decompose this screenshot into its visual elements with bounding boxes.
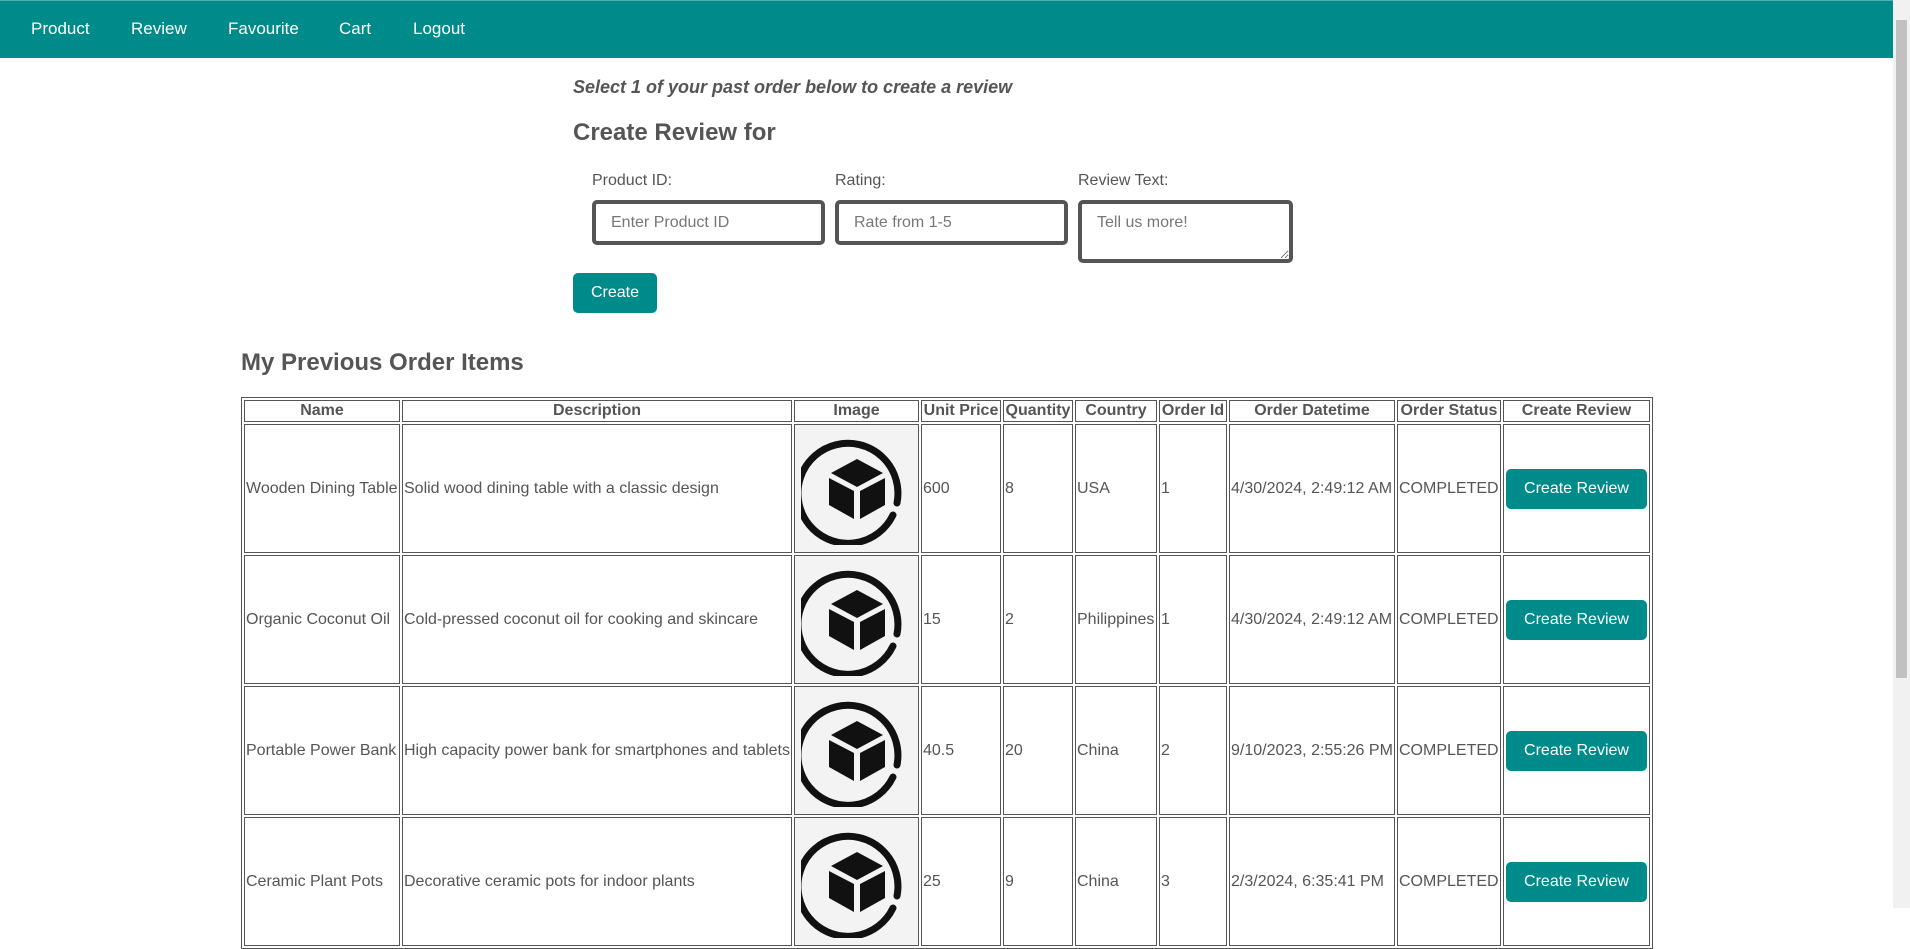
rating-input[interactable]	[835, 200, 1068, 245]
cell-unit-price: 600	[921, 424, 1001, 553]
product-id-label: Product ID:	[592, 172, 673, 189]
create-review-title: Create Review for	[573, 119, 776, 146]
cell-description: Decorative ceramic pots for indoor plant…	[402, 817, 792, 946]
cell-description: Solid wood dining table with a classic d…	[402, 424, 792, 553]
cell-order-status: COMPLETED	[1397, 817, 1501, 946]
cell-order-status: COMPLETED	[1397, 686, 1501, 815]
previous-orders-title: My Previous Order Items	[241, 349, 524, 376]
cell-country: China	[1075, 686, 1157, 815]
cell-country: USA	[1075, 424, 1157, 553]
cell-order-datetime: 4/30/2024, 2:49:12 AM	[1229, 424, 1395, 553]
table-row: Ceramic Plant Pots Decorative ceramic po…	[244, 817, 1650, 946]
column-header-image: Image	[794, 400, 919, 422]
nav-item-favourite[interactable]: Favourite	[228, 1, 299, 59]
rating-label: Rating:	[835, 172, 886, 189]
cell-action: Create Review	[1503, 555, 1650, 684]
cell-order-datetime: 9/10/2023, 2:55:26 PM	[1229, 686, 1395, 815]
product-box-icon	[800, 701, 901, 807]
cell-order-id: 1	[1159, 424, 1227, 553]
cell-image	[794, 686, 919, 815]
page-scrollbar[interactable]	[1893, 0, 1910, 908]
table-row: Wooden Dining Table Solid wood dining ta…	[244, 424, 1650, 553]
column-header-name: Name	[244, 400, 400, 422]
nav-item-cart[interactable]: Cart	[339, 1, 371, 59]
top-navbar: Product Review Favourite Cart Logout	[0, 0, 1893, 58]
nav-item-review[interactable]: Review	[131, 1, 187, 59]
product-id-input[interactable]	[592, 200, 825, 245]
cell-order-id: 2	[1159, 686, 1227, 815]
column-header-unit-price: Unit Price	[921, 400, 1001, 422]
nav-item-logout[interactable]: Logout	[413, 1, 465, 59]
column-header-description: Description	[402, 400, 792, 422]
column-header-quantity: Quantity	[1003, 400, 1073, 422]
create-button[interactable]: Create	[573, 273, 657, 313]
cell-unit-price: 25	[921, 817, 1001, 946]
cell-order-datetime: 2/3/2024, 6:35:41 PM	[1229, 817, 1395, 946]
cell-action: Create Review	[1503, 817, 1650, 946]
cell-image	[794, 424, 919, 553]
cell-quantity: 9	[1003, 817, 1073, 946]
cell-image	[794, 555, 919, 684]
cell-order-datetime: 4/30/2024, 2:49:12 AM	[1229, 555, 1395, 684]
column-header-order-datetime: Order Datetime	[1229, 400, 1395, 422]
cell-unit-price: 15	[921, 555, 1001, 684]
table-row: Portable Power Bank High capacity power …	[244, 686, 1650, 815]
cell-country: Philippines	[1075, 555, 1157, 684]
cell-action: Create Review	[1503, 424, 1650, 553]
cell-quantity: 20	[1003, 686, 1073, 815]
table-row: Organic Coconut Oil Cold-pressed coconut…	[244, 555, 1650, 684]
orders-table: Name Description Image Unit Price Quanti…	[241, 397, 1653, 949]
cell-order-id: 3	[1159, 817, 1227, 946]
cell-quantity: 8	[1003, 424, 1073, 553]
cell-unit-price: 40.5	[921, 686, 1001, 815]
cell-quantity: 2	[1003, 555, 1073, 684]
cell-order-id: 1	[1159, 555, 1227, 684]
cell-description: High capacity power bank for smartphones…	[402, 686, 792, 815]
cell-country: China	[1075, 817, 1157, 946]
cell-image	[794, 817, 919, 946]
product-box-icon	[800, 570, 901, 676]
column-header-order-status: Order Status	[1397, 400, 1501, 422]
cell-name: Organic Coconut Oil	[244, 555, 400, 684]
table-header-row: Name Description Image Unit Price Quanti…	[244, 400, 1650, 422]
column-header-create-review: Create Review	[1503, 400, 1650, 422]
product-box-icon	[800, 439, 901, 545]
create-review-button[interactable]: Create Review	[1506, 730, 1647, 771]
nav-item-product[interactable]: Product	[31, 1, 90, 59]
column-header-country: Country	[1075, 400, 1157, 422]
cell-order-status: COMPLETED	[1397, 424, 1501, 553]
cell-name: Wooden Dining Table	[244, 424, 400, 553]
create-review-button[interactable]: Create Review	[1506, 861, 1647, 902]
cell-action: Create Review	[1503, 686, 1650, 815]
scrollbar-thumb[interactable]	[1896, 20, 1907, 678]
cell-order-status: COMPLETED	[1397, 555, 1501, 684]
create-review-button[interactable]: Create Review	[1506, 468, 1647, 509]
create-review-button[interactable]: Create Review	[1506, 599, 1647, 640]
cell-name: Portable Power Bank	[244, 686, 400, 815]
column-header-order-id: Order Id	[1159, 400, 1227, 422]
cell-name: Ceramic Plant Pots	[244, 817, 400, 946]
review-text-input[interactable]	[1078, 200, 1293, 263]
review-intro-text: Select 1 of your past order below to cre…	[573, 77, 1013, 97]
product-box-icon	[800, 832, 901, 938]
review-text-label: Review Text:	[1078, 172, 1169, 189]
cell-description: Cold-pressed coconut oil for cooking and…	[402, 555, 792, 684]
